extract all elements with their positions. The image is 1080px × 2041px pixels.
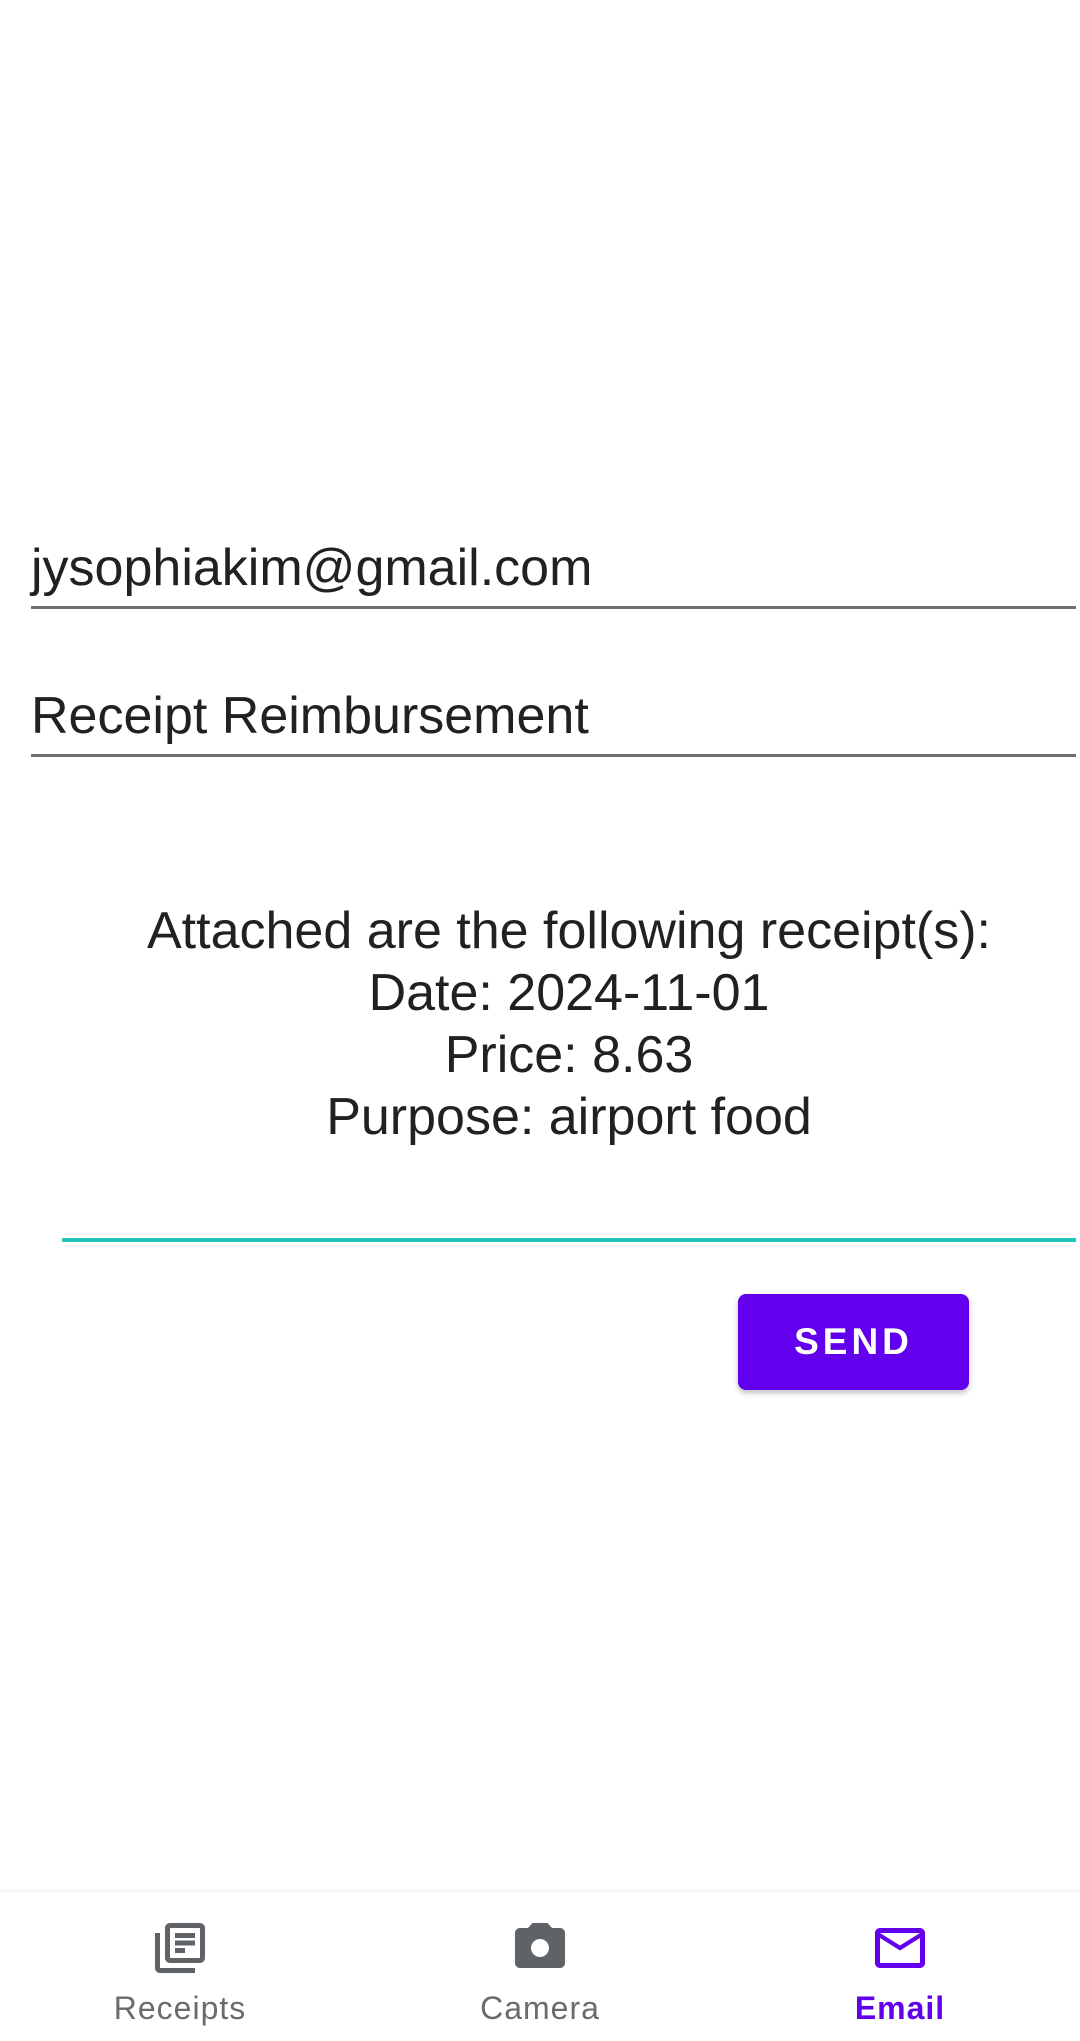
nav-label-camera: Camera <box>480 1990 600 2026</box>
body-line-purpose: Purpose: airport food <box>326 1088 812 1146</box>
camera-icon <box>515 1923 565 1968</box>
bottom-navigation: Receipts Camera Email <box>0 1892 1080 2041</box>
email-icon <box>875 1928 925 1968</box>
body-line-date: Date: 2024-11-01 <box>368 964 770 1022</box>
nav-label-email: Email <box>854 1990 946 2026</box>
nav-item-email[interactable]: Email <box>720 1892 1080 2041</box>
receipts-icon <box>155 1923 205 1973</box>
recipient-email-field[interactable]: jysophiakim@gmail.com <box>31 542 1076 609</box>
body-line-price: Price: 8.63 <box>444 1026 694 1084</box>
body-line-intro: Attached are the following receipt(s): <box>147 902 991 960</box>
nav-item-camera[interactable]: Camera <box>360 1892 720 2041</box>
nav-label-receipts: Receipts <box>113 1990 247 2026</box>
send-button[interactable]: SEND <box>738 1294 969 1390</box>
email-body-field[interactable]: Attached are the following receipt(s): D… <box>62 900 1076 1242</box>
subject-field[interactable]: Receipt Reimbursement <box>31 690 1076 757</box>
nav-item-receipts[interactable]: Receipts <box>0 1892 360 2041</box>
